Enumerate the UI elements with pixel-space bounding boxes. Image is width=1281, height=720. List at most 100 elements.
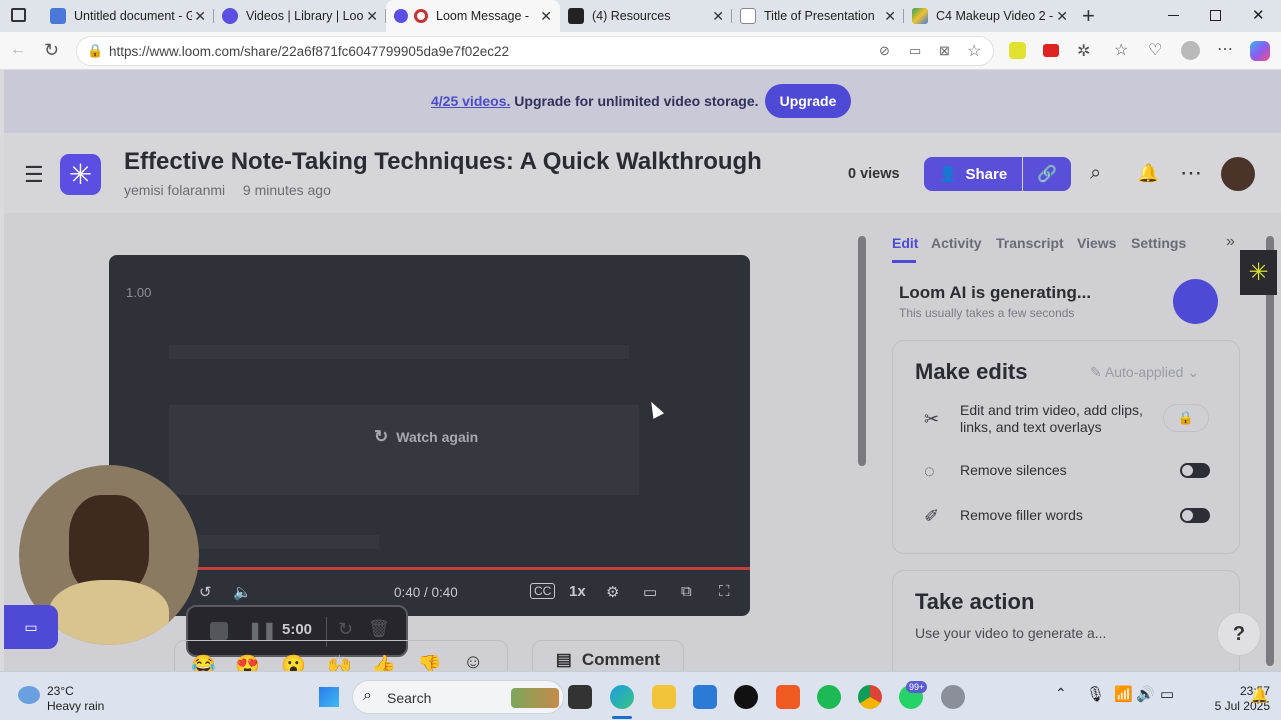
file-explorer-icon[interactable]	[652, 685, 676, 709]
edit-trim-row[interactable]: Edit and trim video, add clips, links, a…	[960, 402, 1160, 436]
profile-avatar[interactable]	[1181, 41, 1200, 60]
tab-actions-icon[interactable]	[11, 8, 26, 22]
progress-bar[interactable]	[109, 567, 750, 570]
volume-icon[interactable]: 🔈	[233, 583, 252, 601]
battery-icon[interactable]: ▭	[1160, 685, 1174, 703]
tab-loom-message[interactable]: Loom Message - S ✕	[386, 0, 560, 32]
hamburger-menu-icon[interactable]: ☰	[24, 162, 44, 188]
lock-button[interactable]: 🔒	[1163, 404, 1209, 432]
new-tab-icon[interactable]: +	[1082, 3, 1095, 29]
picture-in-picture-icon[interactable]: ⧉	[681, 583, 692, 600]
favorites-icon[interactable]: ☆	[1114, 40, 1128, 60]
address-bar[interactable]: 🔒 https://www.loom.com/share/22a6f871fc6…	[76, 36, 994, 66]
author-name[interactable]: yemisi folaranmi	[124, 182, 225, 198]
remove-filler-toggle[interactable]	[1180, 508, 1210, 523]
close-tab-icon[interactable]: ✕	[884, 8, 896, 25]
microsoft-store-icon[interactable]	[693, 685, 717, 709]
taskbar-search[interactable]: ⌕ Search	[352, 680, 564, 714]
copilot-icon[interactable]	[1250, 41, 1270, 61]
collapse-panel-icon[interactable]: »	[1226, 233, 1235, 251]
loom-logo-icon[interactable]: ✳	[60, 154, 101, 195]
more-options-icon[interactable]: ⋯	[1180, 160, 1202, 186]
tab-activity[interactable]: Activity	[931, 235, 982, 251]
weather-cloud-icon[interactable]	[18, 686, 40, 704]
tab-edit[interactable]: Edit	[892, 235, 918, 251]
close-tab-icon[interactable]: ✕	[194, 8, 206, 25]
extension-loom-icon[interactable]	[1009, 42, 1026, 59]
camera-toggle-button[interactable]: ▭	[4, 605, 58, 649]
weather-temperature[interactable]: 23°C	[47, 684, 74, 698]
fullscreen-icon[interactable]: ⛶	[719, 583, 730, 600]
search-icon[interactable]: ⌕	[1090, 162, 1101, 185]
browser-essentials-icon[interactable]: ♡	[1148, 40, 1162, 60]
video-count-link[interactable]: 4/25 videos.	[431, 93, 510, 109]
share-button[interactable]: 👤 Share	[924, 157, 1022, 191]
close-tab-icon[interactable]: ✕	[540, 8, 552, 25]
edge-browser-icon[interactable]	[610, 685, 634, 709]
minimize-icon[interactable]	[1168, 15, 1179, 16]
tab-c4-makeup[interactable]: C4 Makeup Video 2 - G ✕	[904, 0, 1076, 32]
extension-youtube-icon[interactable]	[1043, 44, 1059, 57]
wifi-icon[interactable]: 📶	[1114, 685, 1133, 703]
tab-presentation[interactable]: Title of Presentation ✕	[732, 0, 904, 32]
rewind-icon[interactable]: ↺	[199, 583, 212, 601]
captions-icon[interactable]: CC	[530, 583, 556, 599]
restart-icon[interactable]: ↻	[338, 619, 353, 640]
brave-browser-icon[interactable]	[776, 685, 800, 709]
theater-mode-icon[interactable]: ▭	[643, 583, 657, 601]
chevron-up-icon[interactable]: ⌃	[1055, 685, 1067, 702]
weather-description[interactable]: Heavy rain	[47, 699, 104, 713]
watch-again-button[interactable]: ↻ Watch again	[374, 427, 478, 447]
user-avatar[interactable]	[1221, 157, 1255, 191]
auto-applied-dropdown[interactable]: ✎ Auto-applied ⌄	[1090, 364, 1199, 381]
remove-silences-toggle[interactable]	[1180, 463, 1210, 478]
close-tab-icon[interactable]: ✕	[712, 8, 724, 25]
pause-icon[interactable]: ❚❚	[248, 621, 277, 641]
notification-bell-icon[interactable]: 🔔	[1137, 163, 1159, 184]
trash-icon[interactable]: 🗑	[368, 619, 390, 639]
close-window-icon[interactable]: ✕	[1252, 6, 1265, 24]
camera-blocked-icon[interactable]: ⊘	[879, 43, 890, 59]
page-scrollbar[interactable]	[858, 236, 866, 466]
task-view-icon[interactable]	[568, 685, 592, 709]
close-tab-icon[interactable]: ✕	[366, 8, 378, 25]
back-icon[interactable]: ←	[10, 41, 26, 59]
extensions-puzzle-icon[interactable]: ✲	[1077, 41, 1090, 61]
tab-settings[interactable]: Settings	[1131, 235, 1186, 251]
views-count[interactable]: 0 views	[848, 166, 900, 182]
camera-icon[interactable]: ▭	[909, 43, 921, 59]
tab-untitled-document[interactable]: Untitled document - Go ✕	[42, 0, 214, 32]
video-title[interactable]: Effective Note-Taking Techniques: A Quic…	[124, 148, 762, 176]
tab-views[interactable]: Views	[1077, 235, 1116, 251]
upgrade-button[interactable]: Upgrade	[765, 84, 851, 118]
video-player[interactable]: 1.00 ↻ Watch again ↺ 🔈 0:40 / 0:40 CC 1x …	[109, 255, 750, 616]
microphone-icon[interactable]: 🎙	[1086, 685, 1105, 703]
take-action-subtitle: Use your video to generate a...	[915, 625, 1107, 641]
reload-icon[interactable]: ↻	[44, 40, 59, 61]
more-menu-icon[interactable]: ⋯	[1217, 39, 1233, 59]
stop-icon[interactable]	[210, 622, 228, 640]
favorite-star-icon[interactable]: ☆	[967, 41, 981, 61]
site-info-icon[interactable]: 🔒	[87, 43, 103, 59]
copy-link-button[interactable]: 🔗	[1023, 157, 1071, 191]
active-tab-indicator	[892, 260, 916, 263]
chrome-icon[interactable]	[858, 685, 882, 709]
speaker-icon[interactable]: 🔊	[1136, 685, 1155, 703]
windows-start-icon[interactable]	[319, 687, 339, 707]
settings-gear-icon[interactable]	[941, 685, 965, 709]
google-docs-icon	[50, 8, 66, 24]
close-tab-icon[interactable]: ✕	[1056, 8, 1068, 25]
spotify-icon[interactable]	[817, 685, 841, 709]
upwork-icon[interactable]	[734, 685, 758, 709]
tab-loom-library[interactable]: Videos | Library | Loom ✕	[214, 0, 386, 32]
tab-transcript[interactable]: Transcript	[996, 235, 1064, 251]
loom-extension-icon[interactable]: ✳	[1240, 250, 1277, 295]
notifications-icon[interactable]: 🔔	[1250, 686, 1269, 704]
app-icon[interactable]: ⊠	[939, 43, 950, 59]
panel-scrollbar[interactable]	[1266, 236, 1274, 666]
settings-gear-icon[interactable]: ⚙	[606, 583, 619, 601]
tab-resources[interactable]: (4) Resources ✕	[560, 0, 732, 32]
help-button[interactable]: ?	[1217, 612, 1261, 656]
restore-icon[interactable]	[1210, 10, 1221, 21]
playback-rate[interactable]: 1x	[569, 583, 586, 600]
